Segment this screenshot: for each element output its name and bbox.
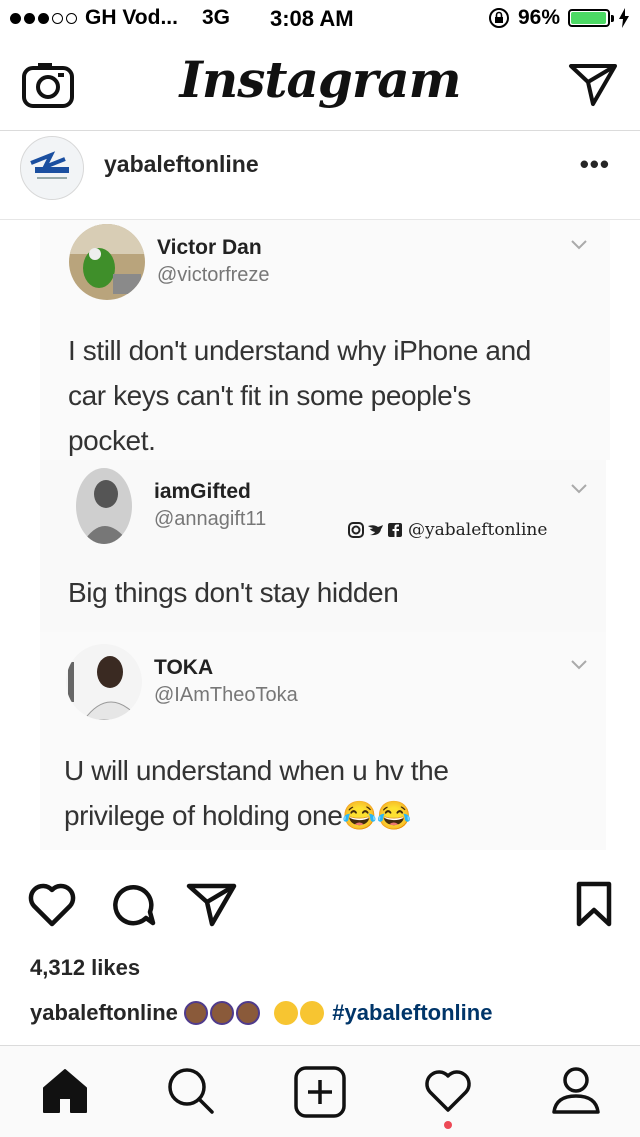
battery-icon <box>568 9 614 27</box>
carrier-label: GH Vod... <box>85 6 178 29</box>
tweet-avatar <box>69 224 145 300</box>
top-header: Instagram <box>0 40 640 131</box>
post-image[interactable]: Victor Dan @victorfreze I still don't un… <box>0 220 640 860</box>
bottom-tab-bar <box>0 1045 640 1137</box>
tweet-handle: @IAmTheoToka <box>154 684 298 706</box>
direct-message-icon[interactable] <box>568 62 618 113</box>
comment-bubble-icon[interactable] <box>106 880 158 933</box>
tweet-text: I still don't understand why iPhone and … <box>68 328 531 463</box>
status-bar: GH Vod... 3G 3:08 AM 96% <box>0 0 640 40</box>
tweet-line: car keys can't fit in some people's <box>68 380 471 411</box>
chevron-down-icon <box>570 238 588 256</box>
like-heart-icon[interactable] <box>26 880 78 933</box>
tweet-avatar <box>66 644 142 720</box>
bookmark-icon[interactable] <box>574 880 614 933</box>
rotation-lock-icon <box>488 8 509 28</box>
post-header: yabaleftonline ••• <box>0 131 640 220</box>
search-icon[interactable] <box>166 1066 216 1121</box>
post-actions <box>0 880 640 940</box>
tweet-1: Victor Dan @victorfreze I still don't un… <box>40 220 610 460</box>
signal-icon <box>10 12 77 24</box>
profile-icon[interactable] <box>550 1066 602 1121</box>
tweet-name: iamGifted <box>154 480 251 503</box>
tweet-avatar <box>76 468 132 544</box>
post-username[interactable]: yabaleftonline <box>104 151 259 178</box>
tweet-text: U will understand when u hv the privileg… <box>64 748 449 838</box>
network-label: 3G <box>201 6 230 29</box>
chevron-down-icon <box>570 482 588 500</box>
more-options-button[interactable]: ••• <box>580 149 610 180</box>
new-post-icon[interactable] <box>294 1066 346 1123</box>
battery-percent: 96% <box>517 6 560 29</box>
tweet-name: Victor Dan <box>157 236 262 259</box>
share-send-icon[interactable] <box>186 880 238 933</box>
tweet-handle: @annagift11 <box>154 508 267 530</box>
tweet-line: pocket. <box>68 425 156 456</box>
activity-heart-icon[interactable] <box>422 1066 474 1119</box>
notification-dot <box>444 1121 452 1129</box>
tweet-line: privilege of holding one😂😂 <box>64 800 412 831</box>
caption-username[interactable]: yabaleftonline <box>30 1000 178 1025</box>
charging-icon <box>619 8 629 28</box>
avatar[interactable] <box>20 136 84 200</box>
caption: yabaleftonline #yabaleftonline <box>30 1000 492 1026</box>
likes-count[interactable]: 4,312 likes <box>30 955 140 981</box>
status-right: 96% <box>488 6 630 30</box>
laughing-emoji-group <box>274 1000 332 1025</box>
watermark: @yabaleftonline <box>348 520 547 540</box>
tweet-text: Big things don't stay hidden <box>68 570 399 615</box>
tweet-2: iamGifted @annagift11 @yabaleftonline Bi… <box>40 460 606 632</box>
chevron-down-icon <box>570 658 588 676</box>
tweet-handle: @victorfreze <box>157 264 270 286</box>
home-icon[interactable] <box>40 1066 90 1121</box>
tweet-line: I still don't understand why iPhone and <box>68 335 531 366</box>
watermark-handle: @yabaleftonline <box>408 520 548 540</box>
tweet-3: TOKA @IAmTheoToka U will understand when… <box>40 632 606 850</box>
tweet-line: Big things don't stay hidden <box>68 577 399 608</box>
caption-hashtag[interactable]: #yabaleftonline <box>332 1000 492 1025</box>
status-left: GH Vod... 3G <box>10 6 230 30</box>
raised-hands-emoji-group <box>184 1000 268 1025</box>
social-icons <box>348 522 402 538</box>
tweet-line: U will understand when u hv the <box>64 755 449 786</box>
instagram-logo: Instagram <box>179 50 462 109</box>
clock: 3:08 AM <box>270 6 354 31</box>
tweet-name: TOKA <box>154 656 214 679</box>
